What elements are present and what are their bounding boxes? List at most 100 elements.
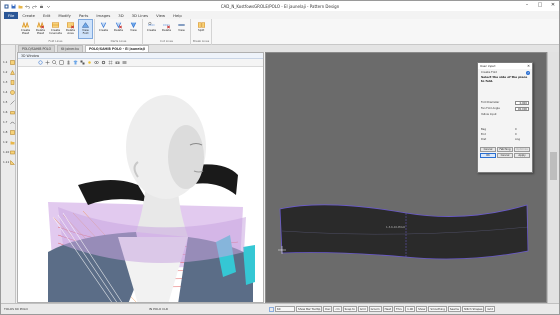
vertical-scrollbar[interactable]: [547, 52, 559, 303]
ribbon-group-label: Break Lines: [193, 39, 210, 43]
tool-row[interactable]: 1.4: [1, 87, 15, 97]
texture-icon[interactable]: [80, 60, 85, 65]
zoom-fit-icon[interactable]: [269, 306, 274, 312]
doc-tab-active[interactable]: POLO/SAHIB POLO - El jaunelaji: [84, 45, 149, 52]
tab-file[interactable]: File: [4, 12, 19, 19]
zoom-icon[interactable]: [52, 60, 57, 65]
status-button[interactable]: Snap to: [342, 306, 357, 312]
tool-row[interactable]: 1.5: [1, 97, 15, 107]
save-icon[interactable]: [11, 4, 16, 9]
delete-cut-button[interactable]: Delete: [160, 20, 173, 38]
tool-row[interactable]: 1.7: [1, 117, 15, 127]
minimize-button[interactable]: –: [523, 2, 531, 9]
pattern-piece: [279, 204, 529, 260]
status-button[interactable]: cm: [333, 306, 342, 312]
application-window: CAD_N_KostfowsGROLE/POLO - El jaunelaji …: [0, 0, 560, 315]
status-button[interactable]: Smoothing: [428, 306, 447, 312]
doc-tab[interactable]: POLO/SAHIB POLO: [18, 45, 56, 52]
end-value[interactable]: 0: [515, 133, 529, 136]
tool-row[interactable]: 1.10: [1, 147, 15, 157]
apply-button[interactable]: Apply: [514, 153, 530, 159]
tool-row[interactable]: 1.11: [1, 157, 15, 167]
view-cut-button[interactable]: View: [175, 20, 188, 38]
3d-scene[interactable]: [18, 67, 264, 303]
menu-icon[interactable]: [122, 60, 127, 65]
status-button[interactable]: Grid: [357, 306, 368, 312]
view-fold-button[interactable]: View Fold: [78, 19, 93, 39]
avatar-icon[interactable]: [66, 60, 71, 65]
eye-icon[interactable]: [94, 60, 99, 65]
piece-icon: [10, 79, 15, 85]
zoom-input[interactable]: 60: [275, 306, 295, 312]
status-button[interactable]: Heat: [382, 306, 393, 312]
settings-icon[interactable]: [101, 60, 106, 65]
chevron-down-icon[interactable]: [46, 4, 51, 9]
close-button[interactable]: ✕: [549, 2, 557, 9]
tab-modify[interactable]: Modify: [54, 12, 75, 19]
tab-create[interactable]: Create: [18, 12, 39, 19]
light-icon[interactable]: [87, 60, 92, 65]
redo-icon[interactable]: [32, 4, 37, 9]
pan-icon[interactable]: [45, 60, 50, 65]
status-button[interactable]: Show: [416, 306, 428, 312]
fit-view-icon[interactable]: [59, 60, 64, 65]
open-folder-icon[interactable]: [18, 4, 23, 9]
tab-view[interactable]: View: [152, 12, 169, 19]
tool-row[interactable]: 1.3: [1, 77, 15, 87]
rotate-icon[interactable]: [38, 60, 43, 65]
status-button[interactable]: Stitch Shapes: [461, 306, 485, 312]
fold-diameter-field: Fold Diameter 0.000: [481, 100, 529, 105]
dialog-close-icon[interactable]: ✕: [527, 63, 530, 69]
tab-3d-lines[interactable]: 3D Lines: [128, 12, 152, 19]
camera-icon[interactable]: [115, 60, 120, 65]
tab-edit[interactable]: Edit: [39, 12, 54, 19]
tab-parts[interactable]: Parts: [75, 12, 92, 19]
status-button[interactable]: Seams: [447, 306, 461, 312]
tool-row[interactable]: 1.2: [1, 67, 15, 77]
view-dart-button[interactable]: View: [127, 20, 140, 38]
split-button[interactable]: Split: [195, 20, 208, 38]
tool-row[interactable]: 1.1: [1, 57, 15, 67]
ribbon-group-label: Darts Lines: [110, 39, 127, 43]
create-innerside-button[interactable]: Create Innerside: [49, 20, 62, 38]
status-button[interactable]: Show Bar Tooltip: [296, 306, 323, 312]
optimize-button[interactable]: Optimize: [514, 147, 530, 153]
cancel-button[interactable]: Cancel: [497, 153, 513, 159]
status-button[interactable]: Thru: [393, 306, 405, 312]
grid-icon[interactable]: [108, 60, 113, 65]
undo-icon[interactable]: [25, 4, 30, 9]
shirt-icon[interactable]: [73, 60, 78, 65]
tab-images[interactable]: Images: [92, 12, 114, 19]
ok-button[interactable]: OK: [480, 153, 496, 159]
tool-row[interactable]: 1.8: [1, 127, 15, 137]
status-button[interactable]: Groom: [368, 306, 382, 312]
tab-3d[interactable]: 3D: [114, 12, 127, 19]
print-icon[interactable]: [39, 4, 44, 9]
status-button[interactable]: Dec: [323, 306, 333, 312]
fetching-button[interactable]: Fetching: [497, 147, 513, 153]
delete-pleat-button[interactable]: Delete Pleat: [34, 20, 47, 38]
create-dart-button[interactable]: Create: [97, 20, 110, 38]
status-middle-text: IN POLO CLR: [149, 307, 168, 311]
scrollbar-thumb[interactable]: [550, 152, 557, 180]
create-cut-button[interactable]: Create: [145, 20, 158, 38]
cancel-fold-button[interactable]: Cancel: [480, 147, 496, 153]
maximize-button[interactable]: □: [536, 2, 544, 9]
ang-value[interactable]: Ang: [515, 138, 529, 141]
tab-help[interactable]: Help: [169, 12, 186, 19]
create-pleat-button[interactable]: Create Pleat: [19, 20, 32, 38]
status-button[interactable]: 1.00: [405, 306, 416, 312]
delete-dart-button[interactable]: Delete: [112, 20, 125, 38]
status-button[interactable]: Grid: [485, 306, 496, 312]
fold-diameter-input[interactable]: 0.000: [515, 100, 529, 105]
tool-row[interactable]: 1.6: [1, 107, 15, 117]
tool-row[interactable]: 1.9: [1, 137, 15, 147]
dialog-instruction: Select the side of the piece to fold.: [481, 75, 528, 83]
piece-icon: [10, 59, 15, 65]
doc-tab[interactable]: Kt joiner.ku: [57, 45, 83, 52]
beg-value[interactable]: 0: [515, 128, 529, 131]
ribbon-group-label: Cut Lines: [160, 39, 173, 43]
dialog-title-bar[interactable]: User input ✕: [478, 63, 532, 69]
fan-fold-angle-input[interactable]: 90.000: [515, 106, 529, 111]
delete-area-button[interactable]: Delete Area: [64, 20, 77, 38]
